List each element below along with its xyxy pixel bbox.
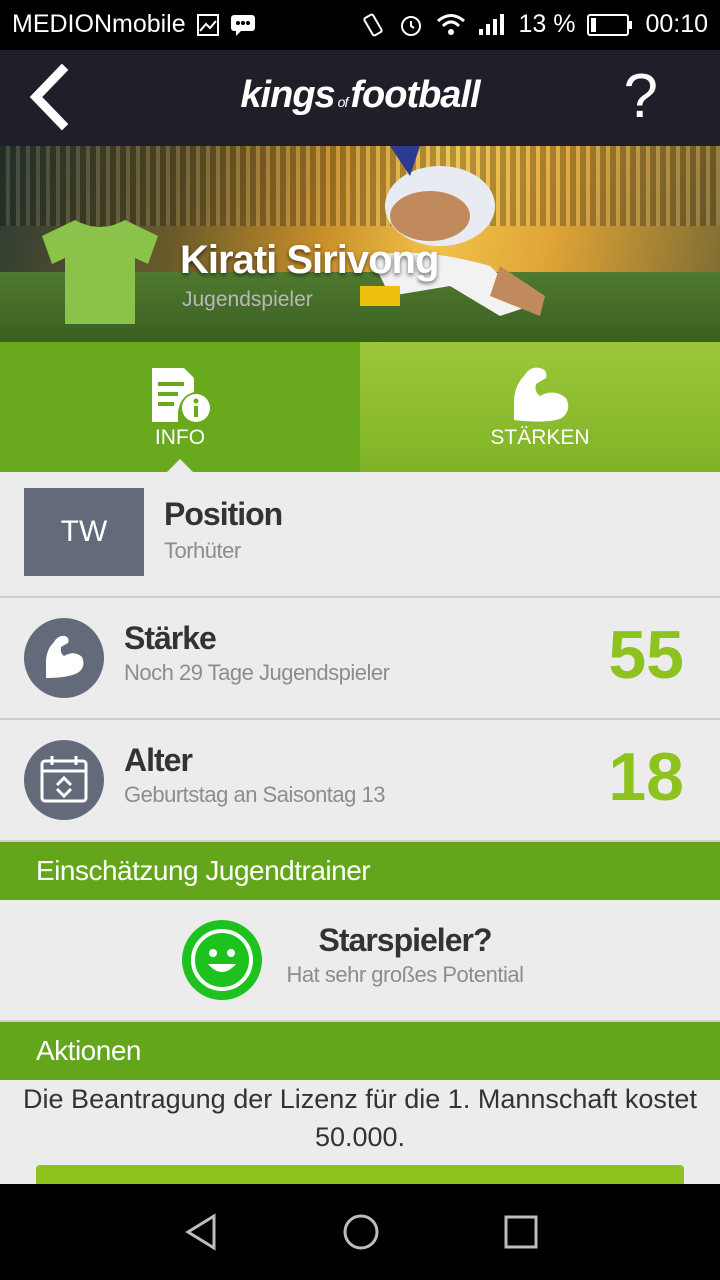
age-subtitle: Geburtstag an Saisontag 13 xyxy=(124,782,385,807)
chat-icon xyxy=(230,14,255,36)
active-tab-indicator xyxy=(166,459,194,473)
age-value: 18 xyxy=(608,739,684,815)
strength-icon-circle xyxy=(24,618,104,698)
nav-back-icon[interactable] xyxy=(182,1212,222,1252)
image-icon xyxy=(196,13,219,36)
actions-section-title: Aktionen xyxy=(36,1035,141,1066)
age-title: Alter xyxy=(124,742,193,778)
wifi-icon xyxy=(437,13,466,35)
smiley-icon xyxy=(182,920,262,1000)
strength-subtitle: Noch 29 Tage Jugendspieler xyxy=(124,660,390,685)
logo-text-of: of xyxy=(337,94,349,110)
assessment-section-header: Einschätzung Jugendtrainer xyxy=(0,842,720,900)
position-title: Position xyxy=(164,496,283,532)
age-icon-circle xyxy=(24,740,104,820)
strength-value: 55 xyxy=(608,617,684,693)
position-badge: TW xyxy=(24,488,144,576)
battery-percent: 13 % xyxy=(518,10,576,38)
help-button[interactable]: ? xyxy=(624,62,658,132)
tab-bar: INFO STÄRKEN xyxy=(0,342,720,473)
player-banner: Kirati Sirivong Jugendspieler xyxy=(0,146,720,342)
age-row: Alter Geburtstag an Saisontag 13 18 xyxy=(0,720,720,842)
alarm-icon xyxy=(401,15,422,36)
battery-icon xyxy=(587,13,633,36)
assessment-title: Starspieler? xyxy=(318,922,493,958)
strength-title: Stärke xyxy=(124,620,217,656)
vibrate-icon xyxy=(363,13,384,36)
biceps-icon xyxy=(514,367,569,422)
biceps-icon xyxy=(46,635,84,678)
position-value: Torhüter xyxy=(164,538,241,563)
info-document-icon xyxy=(152,368,210,422)
tab-info[interactable]: INFO xyxy=(0,342,360,473)
calendar-icon xyxy=(40,756,88,803)
app-logo: kings offootball xyxy=(0,74,720,117)
logo-text-kings: kings xyxy=(240,74,335,116)
nav-home-icon[interactable] xyxy=(341,1212,381,1252)
assessment-subtitle: Hat sehr großes Potential xyxy=(286,962,524,987)
tab-strengths[interactable]: STÄRKEN xyxy=(360,342,720,472)
logo-text-football: football xyxy=(350,74,480,116)
tab-info-label: INFO xyxy=(154,426,206,449)
clock: 00:10 xyxy=(645,10,708,38)
app-header: kings offootball ? xyxy=(0,50,720,146)
player-role: Jugendspieler xyxy=(182,288,313,311)
status-bar: MEDIONmobile 13 % 00:10 xyxy=(0,0,720,50)
system-nav-bar xyxy=(0,1184,720,1280)
strength-row: Stärke Noch 29 Tage Jugendspieler 55 xyxy=(0,598,720,720)
assessment-section-title: Einschätzung Jugendtrainer xyxy=(36,855,371,886)
position-row: TW Position Torhüter xyxy=(0,472,720,598)
actions-section-header: Aktionen xyxy=(0,1022,720,1080)
jersey-icon xyxy=(42,220,158,324)
nav-recents-icon[interactable] xyxy=(501,1212,541,1252)
license-cost-text: Die Beantragung der Lizenz für die 1. Ma… xyxy=(23,1084,697,1152)
assessment-row: Starspieler? Hat sehr großes Potential xyxy=(0,900,720,1022)
carrier-label: MEDIONmobile xyxy=(12,10,186,38)
player-name: Kirati Sirivong xyxy=(180,238,439,282)
tab-strengths-label: STÄRKEN xyxy=(490,426,590,449)
signal-icon xyxy=(479,13,505,35)
